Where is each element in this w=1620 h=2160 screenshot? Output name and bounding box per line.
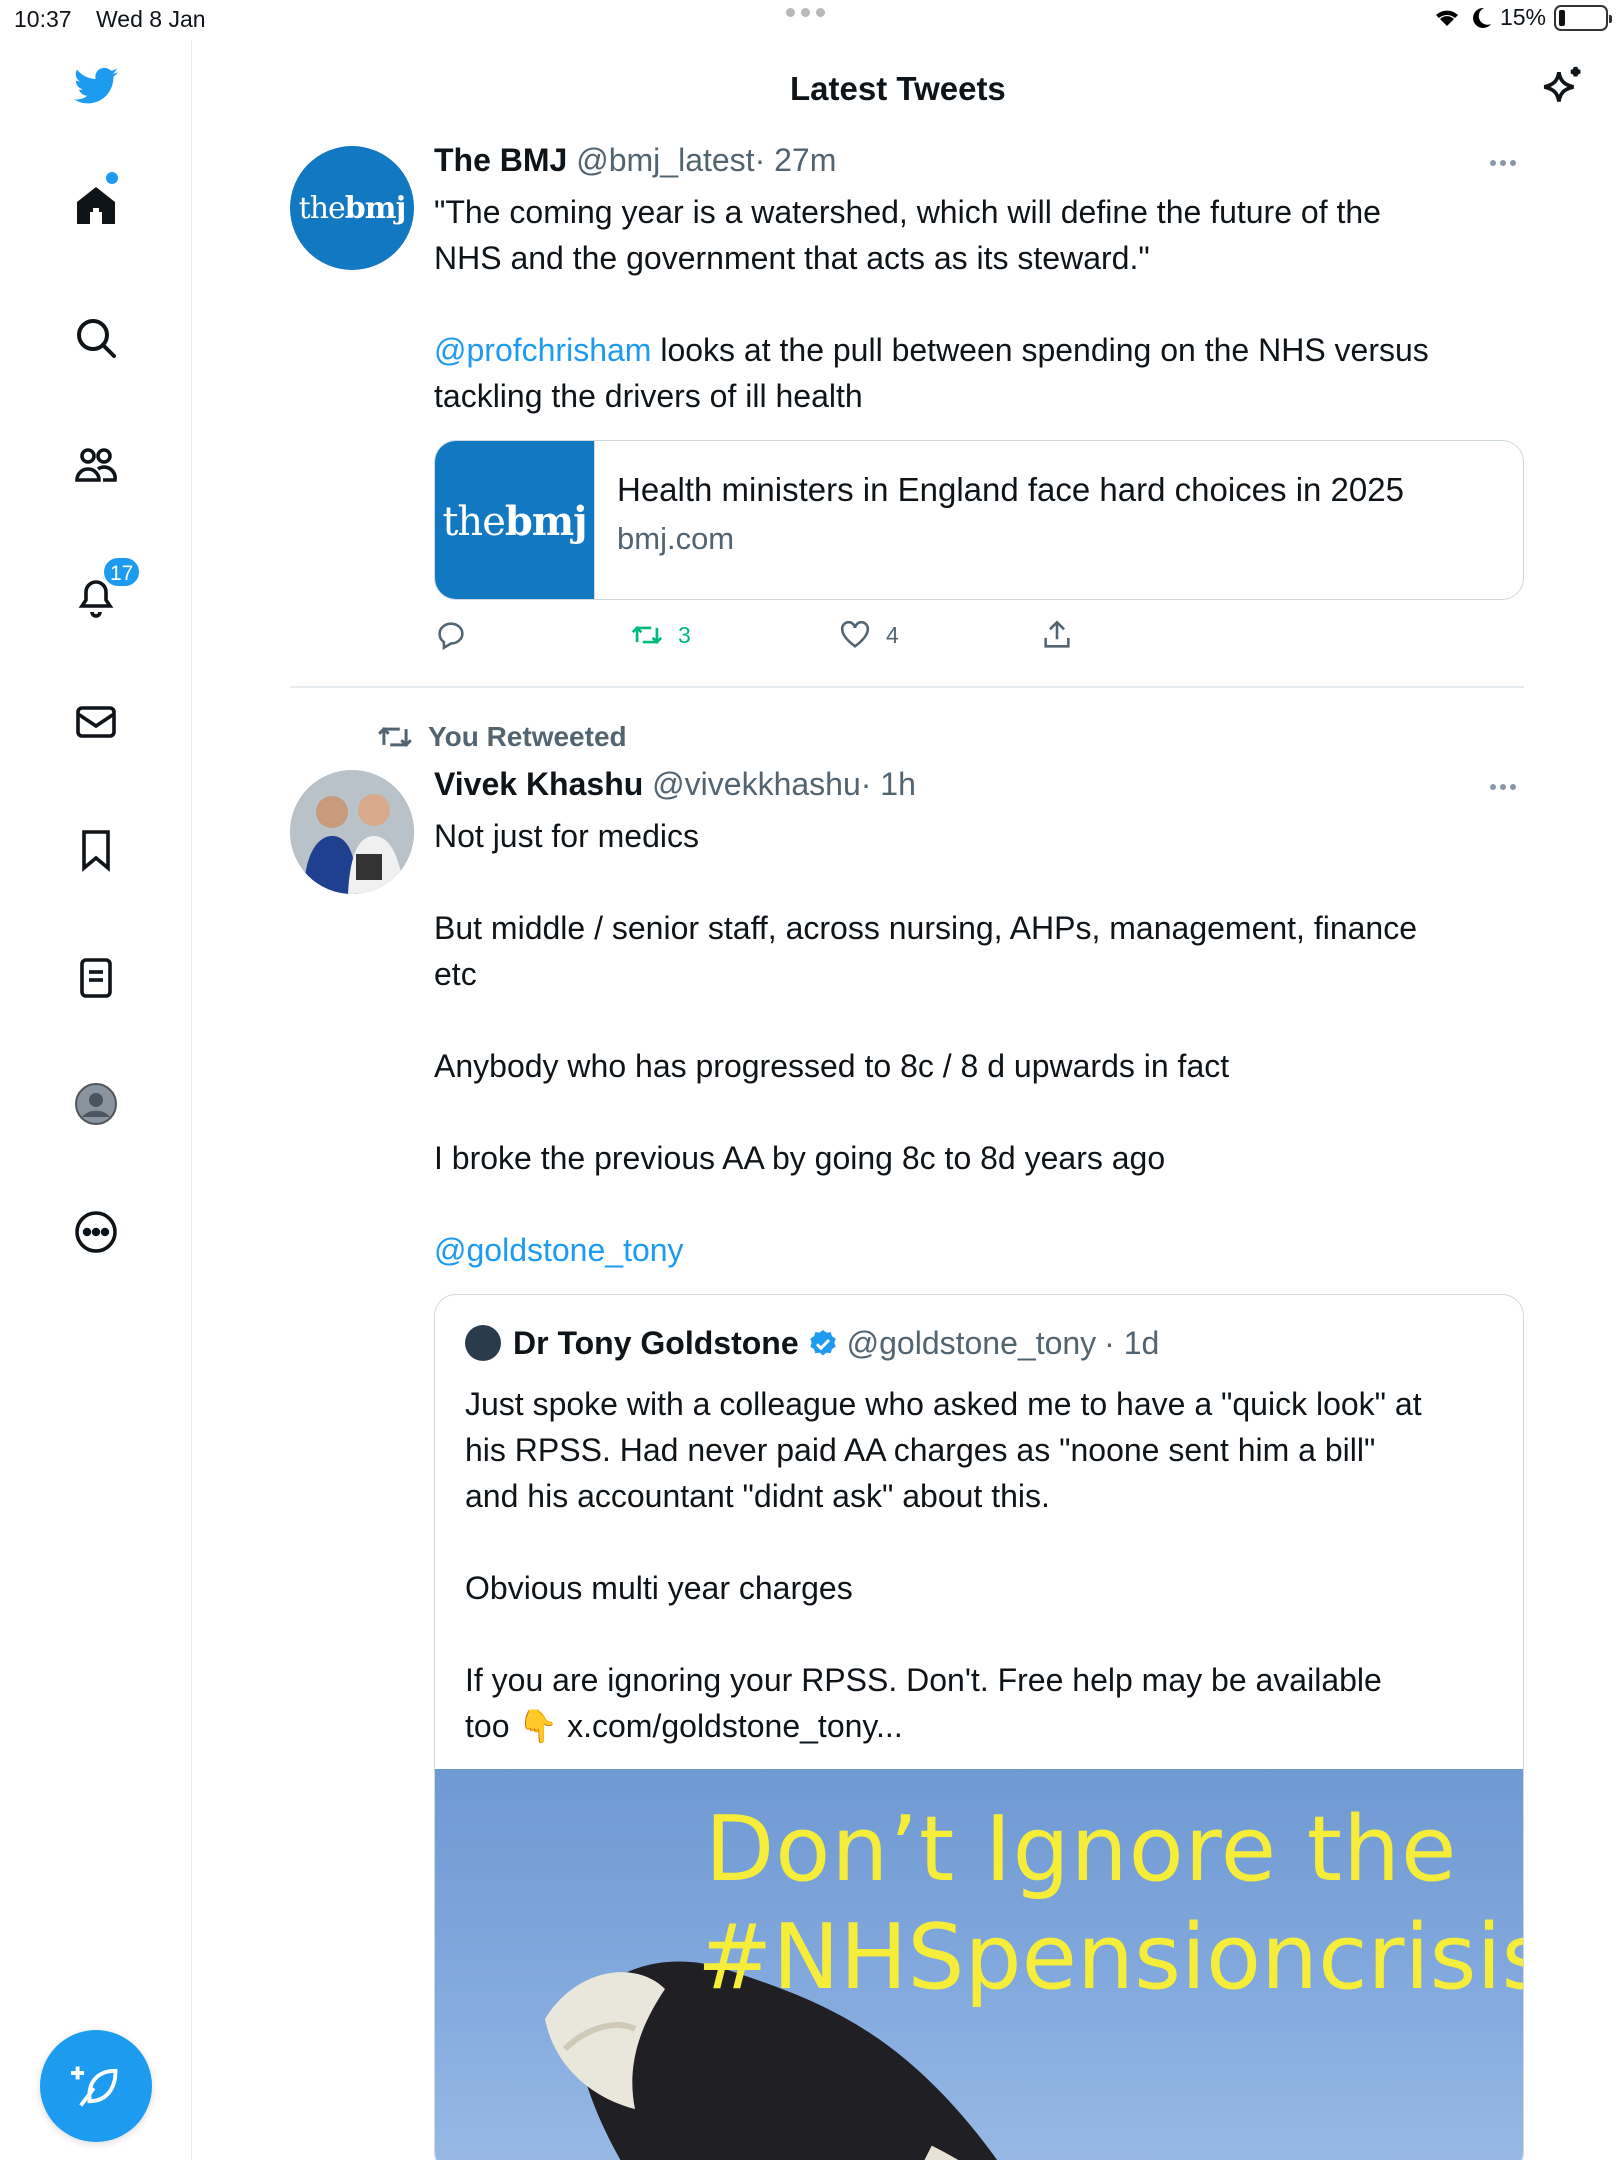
share-button[interactable] xyxy=(1040,618,1074,652)
mention-link[interactable]: @goldstone_tony xyxy=(434,1232,684,1268)
retweet-count: 3 xyxy=(678,621,691,648)
tweet-author[interactable]: Vivek Khashu xyxy=(434,766,643,802)
quoted-author: Dr Tony Goldstone xyxy=(513,1325,799,1361)
tweet-handle[interactable]: @bmj_latest xyxy=(576,142,754,178)
tweet-text-line: looks at the pull between spending on th… xyxy=(651,332,1429,368)
card-title: Health ministers in England face hard ch… xyxy=(617,471,1404,508)
home-unread-dot xyxy=(106,172,118,184)
card-domain: bmj.com xyxy=(617,521,735,556)
like-count: 4 xyxy=(886,621,899,648)
compose-tweet-button[interactable] xyxy=(40,2030,152,2142)
quoted-text-line: Obvious multi year charges xyxy=(465,1570,853,1606)
tweet-text: "The coming year is a watershed, which w… xyxy=(434,189,1514,419)
tweet-text-line: NHS and the government that acts as its … xyxy=(434,240,1150,276)
tweet-text-line: tackling the drivers of ill health xyxy=(434,378,863,414)
quoted-text-line: too xyxy=(465,1708,519,1744)
tweet-text-line: Not just for medics xyxy=(434,818,699,854)
status-bar: 10:37 Wed 8 Jan 15% xyxy=(0,0,1620,40)
retweet-icon xyxy=(631,626,663,644)
quoted-text-line: and his accountant "didnt ask" about thi… xyxy=(465,1478,1050,1514)
notification-badge: 17 xyxy=(102,556,142,588)
messages-icon[interactable] xyxy=(70,696,122,748)
twitter-bird-icon[interactable] xyxy=(70,60,122,112)
tweet-text-line: Anybody who has progressed to 8c / 8 d u… xyxy=(434,1048,1230,1084)
quoted-handle: @goldstone_tony xyxy=(846,1325,1097,1361)
quoted-time: · 1d xyxy=(1104,1325,1160,1361)
tweet-header: The BMJ @bmj_latest· 27m xyxy=(434,142,836,179)
tweet-text-line: "The coming year is a watershed, which w… xyxy=(434,194,1381,230)
reply-icon xyxy=(438,622,464,651)
tweet-text: Not just for medics But middle / senior … xyxy=(434,813,1514,1273)
bmj-logo: thebmj xyxy=(298,190,407,226)
profile-avatar-icon[interactable] xyxy=(70,1078,122,1130)
tweet-text-line: etc xyxy=(434,956,477,992)
bookmarks-icon[interactable] xyxy=(70,824,122,876)
sparkle-icon[interactable] xyxy=(1536,64,1586,114)
tweet-text-line: I broke the previous AA by going 8c to 8… xyxy=(434,1140,1166,1176)
multitasking-dots-icon[interactable] xyxy=(786,8,825,17)
wifi-icon xyxy=(1435,10,1458,26)
link-card[interactable]: thebmj Health ministers in England face … xyxy=(434,440,1524,600)
mention-link[interactable]: @profchrisham xyxy=(434,332,651,368)
page-title: Latest Tweets xyxy=(790,70,1006,107)
quoted-text-line: If you are ignoring your RPSS. Don't. Fr… xyxy=(465,1662,1382,1698)
more-options-icon[interactable] xyxy=(70,1206,122,1258)
like-button[interactable]: 4 xyxy=(838,618,899,652)
heart-icon xyxy=(840,620,870,648)
tweet-header: Vivek Khashu @vivekkhashu· 1h xyxy=(434,766,916,803)
status-time: 10:37 xyxy=(14,6,72,32)
retweet-context-label: You Retweeted xyxy=(428,721,627,752)
tweet-more-icon[interactable] xyxy=(1490,784,1516,790)
feather-plus-icon xyxy=(71,2066,118,2107)
card-thumbnail: thebmj xyxy=(435,441,595,599)
retweet-icon xyxy=(378,726,412,748)
battery-icon xyxy=(1554,4,1612,31)
status-indicators: 15% xyxy=(1432,4,1612,31)
reply-button[interactable] xyxy=(434,618,468,652)
status-date: Wed 8 Jan xyxy=(96,6,206,32)
lists-icon[interactable] xyxy=(70,952,122,1004)
tweet-avatar[interactable]: thebmj xyxy=(290,146,414,270)
share-icon xyxy=(1044,620,1070,648)
image-caption-hashtag: #NHSpensioncrisis xyxy=(697,1905,1524,2010)
tweet-avatar[interactable] xyxy=(290,770,414,894)
avatar-photo xyxy=(290,770,414,894)
home-icon[interactable] xyxy=(70,180,122,232)
quoted-text: Just spoke with a colleague who asked me… xyxy=(465,1381,1485,1749)
image-caption-line: Don’t Ignore the xyxy=(705,1797,1458,1902)
quoted-text-line: his RPSS. Had never paid AA charges as "… xyxy=(465,1432,1376,1468)
tweet-time: · 1h xyxy=(860,766,916,802)
quoted-tweet-image[interactable]: Don’t Ignore the #NHSpensioncrisis xyxy=(435,1769,1524,2160)
search-icon[interactable] xyxy=(70,312,122,364)
quoted-avatar xyxy=(465,1325,501,1361)
tweet-author[interactable]: The BMJ xyxy=(434,142,567,178)
communities-icon[interactable] xyxy=(70,440,122,492)
battery-percent: 15% xyxy=(1499,4,1546,30)
quoted-link[interactable]: x.com/goldstone_tony... xyxy=(558,1708,903,1744)
sidebar xyxy=(0,40,192,2160)
quoted-tweet[interactable]: Dr Tony Goldstone @goldstone_tony · 1d Ju… xyxy=(434,1294,1524,2160)
quoted-text-line: Just spoke with a colleague who asked me… xyxy=(465,1386,1422,1422)
pointing-down-emoji-icon: 👇 xyxy=(518,1707,559,1745)
verified-badge-icon xyxy=(809,1329,836,1355)
tweet-time: · 27m xyxy=(754,142,837,178)
tweet-divider xyxy=(290,686,1524,688)
tweet-text-line: But middle / senior staff, across nursin… xyxy=(434,910,1418,946)
retweet-context: You Retweeted xyxy=(376,718,627,756)
tweet-handle[interactable]: @vivekkhashu xyxy=(652,766,861,802)
quoted-tweet-header: Dr Tony Goldstone @goldstone_tony · 1d xyxy=(513,1325,1159,1362)
moon-icon xyxy=(1472,7,1491,28)
tweet-more-icon[interactable] xyxy=(1490,160,1516,166)
retweet-button[interactable]: 3 xyxy=(630,618,691,652)
